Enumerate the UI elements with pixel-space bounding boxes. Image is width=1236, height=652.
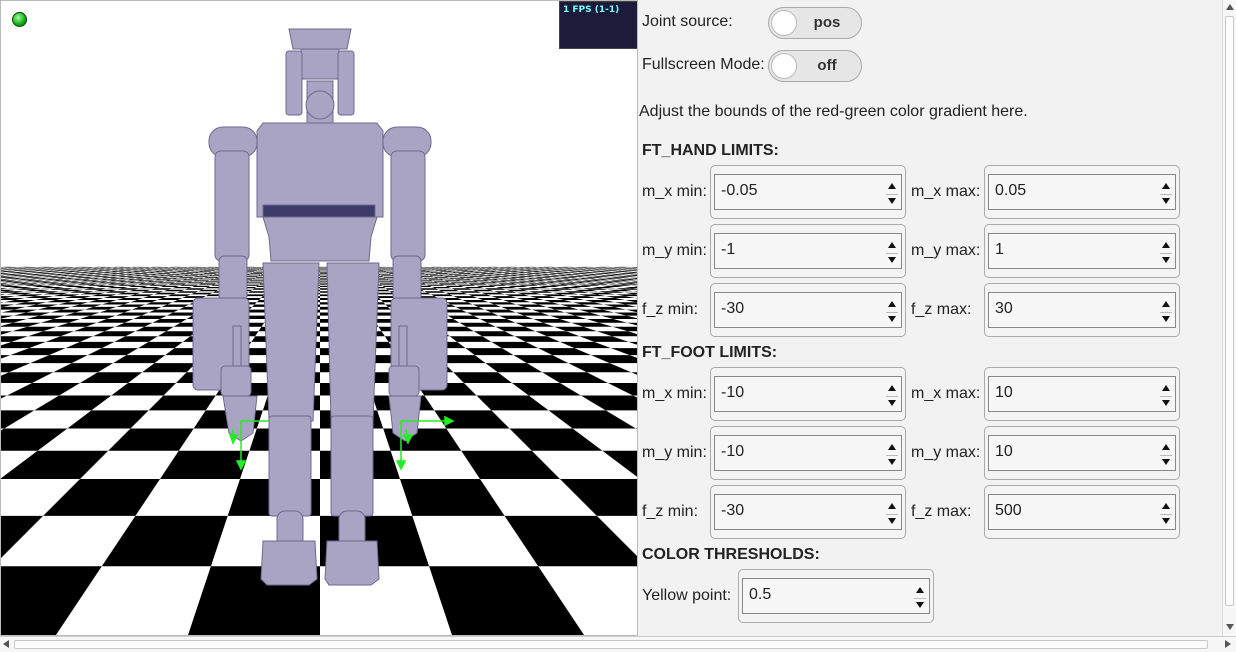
ft-hand-title: FT_HAND LIMITS:: [642, 142, 779, 159]
horizontal-scrollbar[interactable]: [0, 636, 1236, 652]
spinner-arrows[interactable]: [914, 583, 926, 613]
hand-fz-max-label: f_z max:: [911, 301, 972, 318]
color-thresholds-title: COLOR THRESHOLDS:: [642, 546, 820, 563]
hand-fz-min-label: f_z min:: [642, 301, 699, 318]
joint-source-toggle[interactable]: pos: [768, 7, 862, 39]
spinner-arrows[interactable]: [886, 440, 898, 470]
input-value: 500: [995, 502, 1022, 519]
scroll-down-arrow-icon[interactable]: [1226, 624, 1234, 630]
spinner-arrows[interactable]: [886, 179, 898, 209]
vertical-scrollbar[interactable]: [1222, 0, 1236, 636]
input-value: 10: [995, 384, 1013, 401]
input-value: 0.05: [995, 182, 1027, 199]
spinner-arrows[interactable]: [1160, 381, 1172, 411]
hand-fz-min-input[interactable]: -30: [710, 283, 906, 337]
fullscreen-label: Fullscreen Mode:: [642, 56, 765, 73]
hand-my-min-input[interactable]: -1: [710, 224, 906, 278]
foot-mx-min-label: m_x min:: [642, 385, 707, 402]
status-indicator-icon: [12, 12, 27, 27]
foot-fz-min-label: f_z min:: [642, 503, 699, 520]
input-value: 1: [995, 241, 1004, 258]
foot-mx-max-label: m_x max:: [911, 385, 981, 402]
foot-my-max-input[interactable]: 10: [984, 426, 1180, 480]
toggle-knob: [771, 10, 797, 36]
hand-mx-min-label: m_x min:: [642, 183, 707, 200]
spinner-arrows[interactable]: [886, 297, 898, 327]
input-value: -30: [721, 300, 745, 317]
fps-label: 1 FPS (1-1): [563, 5, 620, 15]
toggle-knob: [771, 53, 797, 79]
foot-fz-max-input[interactable]: 500: [984, 485, 1180, 539]
foot-my-max-label: m_y max:: [911, 444, 981, 461]
foot-mx-min-input[interactable]: -10: [710, 367, 906, 421]
ft-foot-title: FT_FOOT LIMITS:: [642, 344, 778, 361]
horizontal-scroll-thumb[interactable]: [14, 640, 1208, 649]
hand-mx-min-input[interactable]: -0.05: [710, 165, 906, 219]
input-value: 10: [995, 443, 1013, 460]
input-value: -10: [721, 443, 745, 460]
vertical-scroll-thumb[interactable]: [1225, 16, 1234, 606]
input-value: -10: [721, 384, 745, 401]
spinner-arrows[interactable]: [1160, 238, 1172, 268]
hand-mx-max-label: m_x max:: [911, 183, 981, 200]
hand-my-max-input[interactable]: 1: [984, 224, 1180, 278]
spinner-arrows[interactable]: [1160, 179, 1172, 209]
spinner-arrows[interactable]: [1160, 499, 1172, 529]
fullscreen-value: off: [817, 57, 837, 74]
foot-my-min-label: m_y min:: [642, 444, 707, 461]
spinner-arrows[interactable]: [886, 238, 898, 268]
scroll-right-arrow-icon[interactable]: [1225, 640, 1231, 648]
yellow-point-input[interactable]: 0.5: [738, 569, 934, 623]
joint-source-label: Joint source:: [642, 13, 733, 30]
input-value: 30: [995, 300, 1013, 317]
input-value: -1: [721, 241, 736, 258]
foot-my-min-input[interactable]: -10: [710, 426, 906, 480]
joint-source-value: pos: [813, 14, 841, 31]
scroll-left-arrow-icon[interactable]: [3, 640, 9, 648]
settings-panel: Joint source: pos Fullscreen Mode: off A…: [638, 0, 1222, 636]
scroll-up-arrow-icon[interactable]: [1226, 4, 1234, 10]
foot-fz-max-label: f_z max:: [911, 503, 972, 520]
input-value: -0.05: [721, 182, 758, 199]
spinner-arrows[interactable]: [1160, 440, 1172, 470]
foot-mx-max-input[interactable]: 10: [984, 367, 1180, 421]
spinner-arrows[interactable]: [1160, 297, 1172, 327]
hand-my-min-label: m_y min:: [642, 242, 707, 259]
input-value: 0.5: [749, 586, 772, 603]
fps-monitor: 1 FPS (1-1): [559, 1, 637, 49]
hand-fz-max-input[interactable]: 30: [984, 283, 1180, 337]
spinner-arrows[interactable]: [886, 381, 898, 411]
fullscreen-toggle[interactable]: off: [768, 50, 862, 82]
yellow-point-label: Yellow point:: [642, 587, 732, 604]
hand-my-max-label: m_y max:: [911, 242, 981, 259]
input-value: -30: [721, 502, 745, 519]
foot-fz-min-input[interactable]: -30: [710, 485, 906, 539]
robot-scene: [1, 28, 637, 635]
spinner-arrows[interactable]: [886, 499, 898, 529]
gradient-note: Adjust the bounds of the red-green color…: [639, 103, 1028, 120]
robot-3d-viewport[interactable]: 1 FPS (1-1): [0, 0, 638, 636]
hand-mx-max-input[interactable]: 0.05: [984, 165, 1180, 219]
